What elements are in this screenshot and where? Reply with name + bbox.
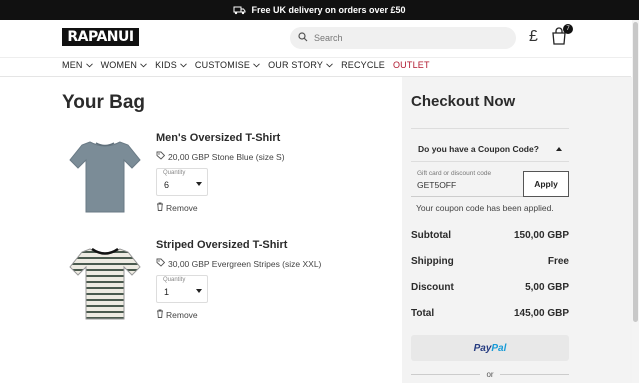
caret-down-icon xyxy=(196,182,202,186)
divider xyxy=(411,161,569,162)
divider xyxy=(411,128,569,129)
quantity-value: 6 xyxy=(164,180,170,190)
summary-label: Subtotal xyxy=(411,230,451,241)
discount-code-label: Gift card or discount code xyxy=(417,170,492,177)
remove-button[interactable]: Remove xyxy=(156,202,198,213)
paypal-logo-pal: Pal xyxy=(491,342,507,354)
or-label: or xyxy=(486,370,494,379)
nav-item-label: KIDS xyxy=(155,60,177,70)
main-nav: MEN WOMEN KIDS CUSTOMISE OUR STORY RECYC… xyxy=(62,58,430,72)
remove-label: Remove xyxy=(166,202,198,213)
bag-count-badge: 7 xyxy=(563,24,573,34)
page-title: Your Bag xyxy=(62,92,146,113)
summary-label: Total xyxy=(411,308,435,319)
summary-label: Shipping xyxy=(411,256,454,267)
nav-item-men[interactable]: MEN xyxy=(62,60,93,70)
paypal-logo-pay: Pay xyxy=(473,342,492,354)
nav-item-outlet[interactable]: OUTLET xyxy=(393,60,430,70)
apply-button[interactable]: Apply xyxy=(523,171,569,197)
nav-item-customise[interactable]: CUSTOMISE xyxy=(195,60,260,70)
product-name[interactable]: Men's Oversized T-Shirt xyxy=(156,132,280,144)
divider xyxy=(411,374,481,375)
product-image[interactable] xyxy=(62,239,148,325)
promo-text: Free UK delivery on orders over £50 xyxy=(251,5,406,15)
nav-item-label: WOMEN xyxy=(100,60,138,70)
product-details: 20,00 GBP Stone Blue (size S) xyxy=(156,151,285,162)
summary-value: 5,00 GBP xyxy=(525,282,569,293)
rapanui-logo[interactable]: RAPANUI xyxy=(62,28,139,46)
product-name[interactable]: Striped Oversized T-Shirt xyxy=(156,239,287,251)
chevron-down-icon xyxy=(253,60,260,70)
page-scrollbar[interactable] xyxy=(632,20,639,383)
quantity-value: 1 xyxy=(164,287,170,297)
search-input[interactable] xyxy=(314,33,494,43)
product-details-text: 20,00 GBP Stone Blue (size S) xyxy=(168,151,285,162)
remove-button[interactable]: Remove xyxy=(156,309,198,320)
quantity-select[interactable]: Quantity 1 xyxy=(156,275,208,303)
nav-item-label: OUR STORY xyxy=(268,60,324,70)
paypal-button[interactable]: Pay Pal xyxy=(411,335,569,361)
nav-item-kids[interactable]: KIDS xyxy=(155,60,187,70)
price-tag-icon xyxy=(156,258,166,269)
cart-page: Free UK delivery on orders over £50 RAPA… xyxy=(0,0,639,383)
checkout-title: Checkout Now xyxy=(411,93,516,110)
scrollbar-thumb[interactable] xyxy=(633,22,638,322)
trash-icon xyxy=(156,309,164,320)
caret-up-icon xyxy=(556,147,562,151)
discount-code-field[interactable]: Gift card or discount code xyxy=(411,169,523,197)
product-image[interactable] xyxy=(62,132,148,218)
nav-item-recycle[interactable]: RECYCLE xyxy=(341,60,385,70)
summary-row-shipping: Shipping Free xyxy=(411,256,569,267)
coupon-toggle-label: Do you have a Coupon Code? xyxy=(418,144,539,154)
chevron-down-icon xyxy=(140,60,147,70)
chevron-down-icon xyxy=(326,60,333,70)
remove-label: Remove xyxy=(166,309,198,320)
checkout-panel: Checkout Now Do you have a Coupon Code? … xyxy=(402,77,632,383)
nav-item-women[interactable]: WOMEN xyxy=(101,60,148,70)
quantity-label: Quantity xyxy=(163,170,186,176)
summary-value: 150,00 GBP xyxy=(513,230,569,241)
nav-item-label: CUSTOMISE xyxy=(194,60,251,70)
nav-item-label: RECYCLE xyxy=(341,60,385,70)
truck-icon xyxy=(233,6,246,15)
search-icon xyxy=(298,29,308,47)
product-details-text: 30,00 GBP Evergreen Stripes (size XXL) xyxy=(168,258,322,269)
chevron-down-icon xyxy=(85,60,93,70)
caret-down-icon xyxy=(196,289,202,293)
summary-label: Discount xyxy=(411,282,454,293)
price-tag-icon xyxy=(156,151,166,162)
product-details: 30,00 GBP Evergreen Stripes (size XXL) xyxy=(156,258,321,269)
trash-icon xyxy=(156,202,164,213)
divider xyxy=(499,374,569,375)
currency-selector[interactable]: £ xyxy=(529,28,538,46)
or-separator: or xyxy=(411,370,569,379)
chevron-down-icon xyxy=(180,60,187,70)
discount-code-input[interactable] xyxy=(417,180,517,190)
shopping-bag-icon xyxy=(551,27,567,49)
coupon-applied-message: Your coupon code has been applied. xyxy=(416,203,554,213)
nav-item-our-story[interactable]: OUR STORY xyxy=(268,60,333,70)
promo-banner: Free UK delivery on orders over £50 xyxy=(0,0,639,20)
summary-row-total: Total 145,00 GBP xyxy=(411,308,569,319)
coupon-toggle[interactable]: Do you have a Coupon Code? xyxy=(418,144,562,154)
summary-value: 145,00 GBP xyxy=(513,308,569,319)
nav-item-label: MEN xyxy=(62,60,83,70)
summary-row-subtotal: Subtotal 150,00 GBP xyxy=(411,230,569,241)
quantity-label: Quantity xyxy=(163,277,186,283)
summary-row-discount: Discount 5,00 GBP xyxy=(411,282,569,293)
search-bar[interactable] xyxy=(290,27,516,49)
bag-button[interactable]: 7 xyxy=(551,24,573,49)
quantity-select[interactable]: Quantity 6 xyxy=(156,168,208,196)
summary-value: Free xyxy=(547,256,569,267)
nav-item-label: OUTLET xyxy=(392,60,430,70)
